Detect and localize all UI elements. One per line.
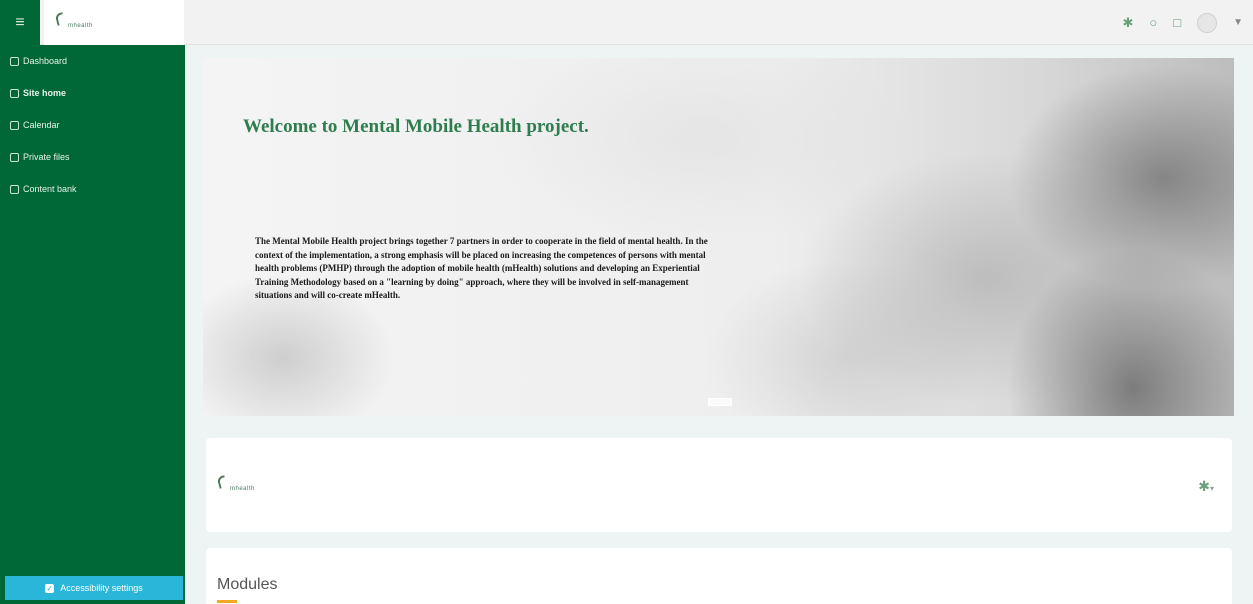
hero-banner: Welcome to Mental Mobile Health project.… <box>203 58 1234 416</box>
logo-mark: mhealth <box>54 11 100 35</box>
gear-icon[interactable]: ✱ <box>1122 15 1133 31</box>
logo-card: mhealth ✱▾ <box>206 438 1232 532</box>
sidebar-item-content-bank[interactable]: Content bank <box>0 173 185 205</box>
accessibility-settings-button[interactable]: ✓ Accessibility settings <box>5 576 183 600</box>
top-navbar: ≡ mhealth ✱ ○ □ ▼ <box>0 0 1253 45</box>
dashboard-icon <box>10 56 19 66</box>
modules-underline <box>217 600 237 603</box>
card-settings-gear-icon[interactable]: ✱▾ <box>1198 478 1214 495</box>
hamburger-menu-button[interactable]: ≡ <box>0 0 40 45</box>
site-logo[interactable]: mhealth <box>44 0 184 45</box>
calendar-icon <box>10 120 19 130</box>
sidebar-item-label: Dashboard <box>23 56 68 66</box>
checkbox-icon: ✓ <box>45 583 55 593</box>
content-bank-icon <box>10 184 19 194</box>
accessibility-label: Accessibility settings <box>60 583 143 593</box>
top-icons: ✱ ○ □ ▼ <box>1122 0 1243 45</box>
modules-title: Modules <box>217 576 278 593</box>
hero-title: Welcome to Mental Mobile Health project. <box>243 116 589 137</box>
sidebar-item-dashboard[interactable]: Dashboard <box>0 45 185 77</box>
logo-wordmark: mhealth <box>68 22 93 29</box>
user-avatar[interactable] <box>1197 12 1218 33</box>
sidebar-item-label: Private files <box>23 152 70 162</box>
logo-wordmark: mhealth <box>230 486 255 492</box>
hamburger-icon: ≡ <box>15 13 25 31</box>
sidebar-item-calendar[interactable]: Calendar <box>0 109 185 141</box>
hero-text: The Mental Mobile Health project brings … <box>255 236 708 301</box>
carousel-indicator[interactable] <box>708 398 732 406</box>
bell-icon[interactable]: ○ <box>1149 15 1157 30</box>
file-icon <box>10 152 19 162</box>
modules-card: Modules <box>206 548 1232 604</box>
leaf-icon <box>54 11 66 26</box>
chat-icon[interactable]: □ <box>1173 15 1181 30</box>
sidebar: Dashboard Site home Calendar Private fil… <box>0 45 185 604</box>
home-icon <box>10 88 19 98</box>
sidebar-item-site-home[interactable]: Site home <box>0 77 185 109</box>
chevron-down-icon: ▾ <box>1209 484 1214 493</box>
leaf-icon <box>216 475 228 489</box>
chevron-down-icon[interactable]: ▼ <box>1233 17 1243 28</box>
sidebar-item-label: Calendar <box>23 120 60 130</box>
sidebar-item-private-files[interactable]: Private files <box>0 141 185 173</box>
sidebar-item-label: Content bank <box>23 184 77 194</box>
sidebar-item-label: Site home <box>23 88 67 98</box>
card-logo: mhealth <box>216 474 262 498</box>
